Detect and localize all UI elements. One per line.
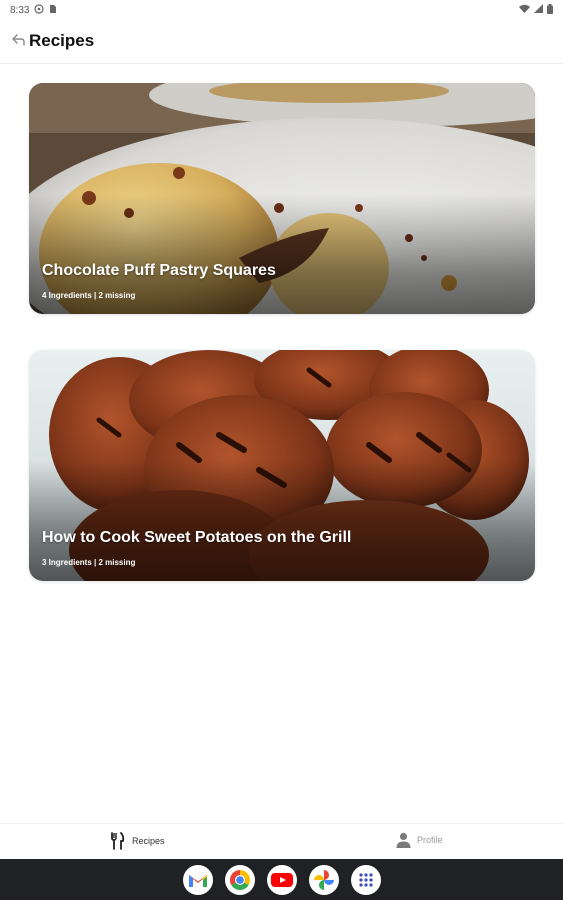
sim-icon	[49, 4, 57, 17]
nav-tab-recipes[interactable]: Recipes	[110, 832, 165, 850]
status-time: 8:33	[10, 4, 30, 16]
notification-icon	[34, 3, 45, 17]
back-arrow-icon	[12, 34, 25, 46]
signal-icon	[534, 4, 543, 16]
page-title: Recipes	[29, 31, 95, 50]
recipe-meta: 3 Ingredients | 2 missing	[42, 558, 136, 567]
fork-knife-icon	[111, 832, 125, 850]
youtube-app[interactable]	[266, 864, 297, 895]
app-drawer-icon	[358, 872, 373, 887]
recipe-title: Chocolate Puff Pastry Squares	[42, 262, 276, 279]
nav-profile-label: Profile	[417, 835, 443, 845]
nav-recipes-label: Recipes	[132, 836, 165, 846]
recipe-card-sweet-potatoes[interactable]: How to Cook Sweet Potatoes on the Grill …	[29, 350, 535, 581]
youtube-icon	[270, 872, 293, 887]
recipe-meta: 4 Ingredients | 2 missing	[42, 291, 136, 300]
app-bar: Recipes	[0, 20, 563, 64]
system-taskbar	[0, 859, 563, 900]
status-left: 8:33	[10, 3, 57, 17]
gmail-icon	[188, 874, 207, 887]
chrome-app[interactable]	[224, 864, 255, 895]
battery-icon	[547, 3, 553, 17]
wifi-icon	[519, 4, 530, 16]
gmail-app[interactable]	[182, 864, 213, 895]
person-icon	[396, 832, 411, 848]
back-button[interactable]	[11, 32, 27, 48]
status-right	[519, 3, 553, 17]
recipe-card-chocolate-puff-pastry[interactable]: Chocolate Puff Pastry Squares 4 Ingredie…	[29, 83, 535, 314]
app-drawer[interactable]	[350, 864, 381, 895]
photos-icon	[313, 869, 334, 890]
recipe-title: How to Cook Sweet Potatoes on the Grill	[42, 529, 352, 546]
status-bar: 8:33	[0, 0, 563, 20]
nav-tab-profile[interactable]: Profile	[396, 832, 443, 848]
photos-app[interactable]	[308, 864, 339, 895]
bottom-nav: Recipes Profile	[0, 823, 563, 859]
chrome-icon	[229, 869, 250, 890]
